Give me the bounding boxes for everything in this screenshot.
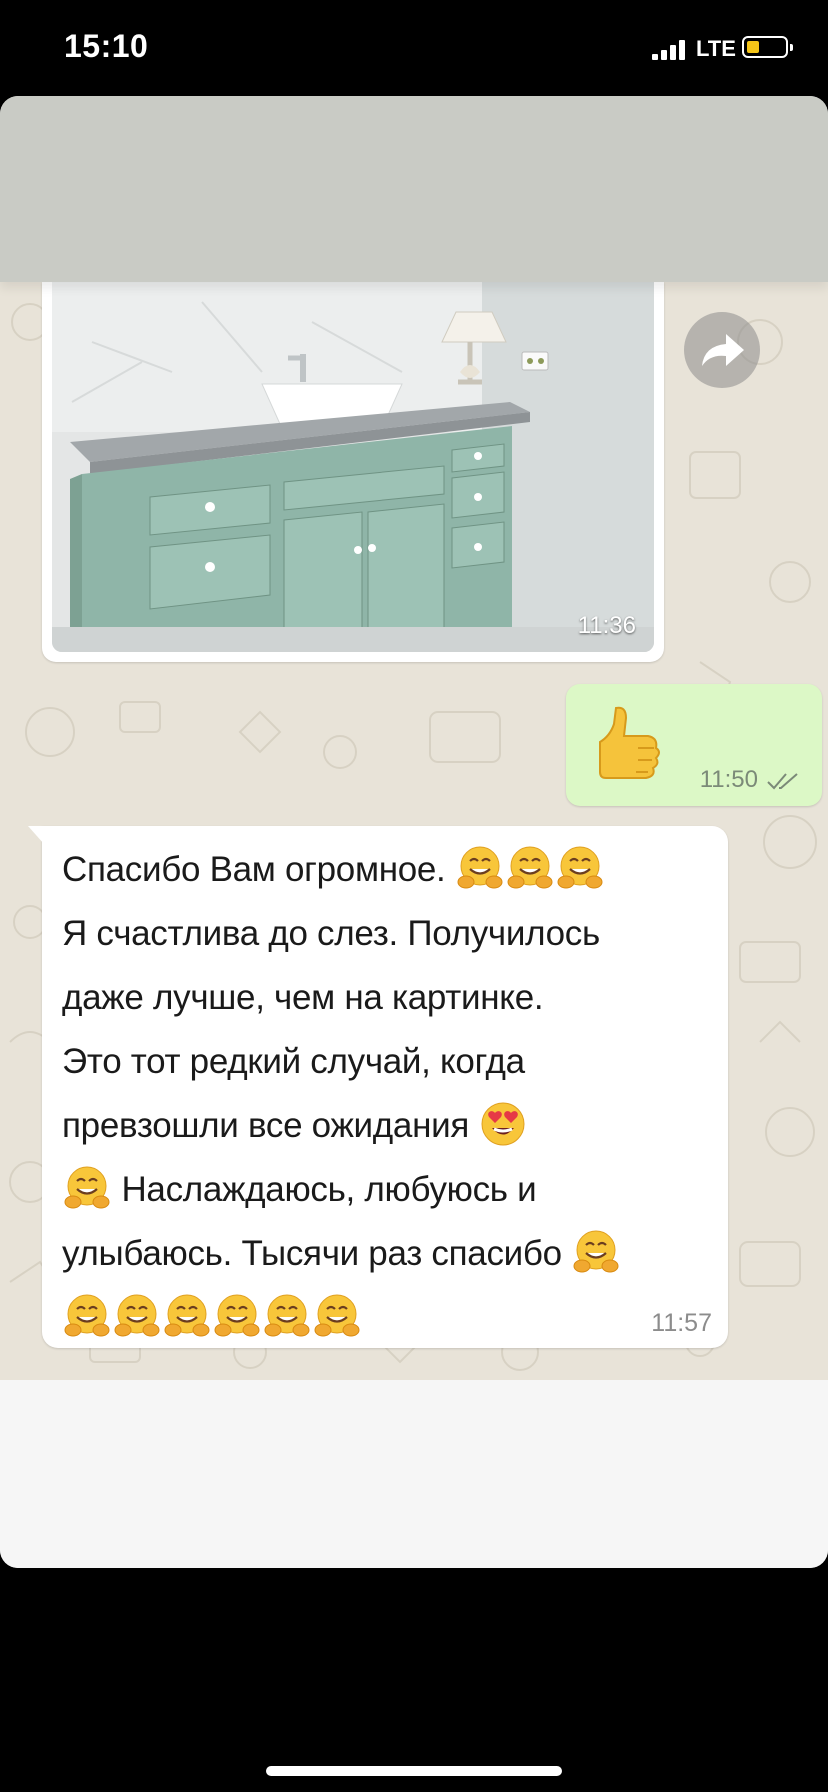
status-bar: 15:10 LTE <box>0 0 828 96</box>
hugging-face-icon <box>455 843 505 893</box>
image-timestamp: 11:36 <box>577 612 636 639</box>
message-line: даже лучше, чем на картинке. <box>62 978 544 1017</box>
outgoing-message[interactable]: 11:50 <box>566 684 822 806</box>
outgoing-timestamp: 11:50 <box>699 766 758 793</box>
home-indicator[interactable] <box>266 1766 562 1776</box>
read-ticks-icon <box>767 772 798 790</box>
vanity-image <box>52 282 654 652</box>
hugging-face-icon <box>212 1291 262 1341</box>
hugging-face-icon <box>505 843 555 893</box>
message-line: улыбаюсь. Тысячи раз спасибо <box>62 1222 702 1286</box>
hugging-face-icon <box>571 1227 621 1277</box>
message-line: Наслаждаюсь, любуюсь и <box>62 1158 702 1222</box>
message-line: Это тот редкий случай, когда <box>62 1042 525 1081</box>
signal-icon <box>652 40 688 60</box>
bottom-panel <box>0 1380 828 1568</box>
hugging-face-icon <box>162 1291 212 1341</box>
outgoing-meta: 11:50 <box>700 766 802 794</box>
incoming-message-text: Спасибо Вам огромное. Я счастлива до сле… <box>62 838 702 1350</box>
incoming-timestamp: 11:57 <box>651 1309 712 1337</box>
chat-app: 11:36 11:50 Спасибо Вам огромное. Я счас… <box>0 96 828 1568</box>
heart-eyes-icon <box>478 1099 528 1149</box>
network-label: LTE <box>696 36 736 61</box>
status-time: 15:10 <box>64 28 149 64</box>
incoming-message[interactable]: Спасибо Вам огромное. Я счастлива до сле… <box>28 826 728 1350</box>
thumbs-up-icon <box>599 706 660 779</box>
hugging-face-icon <box>262 1291 312 1341</box>
bathroom-vanity-photo[interactable]: 11:36 <box>52 282 654 652</box>
battery-icon <box>742 36 793 58</box>
hugging-face-icon <box>62 1163 112 1213</box>
message-line: Я счастлива до слез. Получилось <box>62 914 600 953</box>
hugging-face-icon <box>555 843 605 893</box>
hugging-face-icon <box>62 1291 112 1341</box>
emoji-line <box>62 1286 702 1350</box>
hugging-face-icon <box>312 1291 362 1341</box>
chat-area[interactable]: 11:36 11:50 Спасибо Вам огромное. Я счас… <box>0 282 828 1380</box>
image-message[interactable]: 11:36 <box>42 282 664 662</box>
bubble-tail <box>28 826 44 844</box>
hugging-face-icon <box>112 1291 162 1341</box>
message-line: превзошли все ожидания <box>62 1094 702 1158</box>
chat-header <box>0 96 828 282</box>
message-line: Спасибо Вам огромное. <box>62 838 702 902</box>
forward-button[interactable] <box>684 312 760 388</box>
forward-icon <box>702 334 744 366</box>
